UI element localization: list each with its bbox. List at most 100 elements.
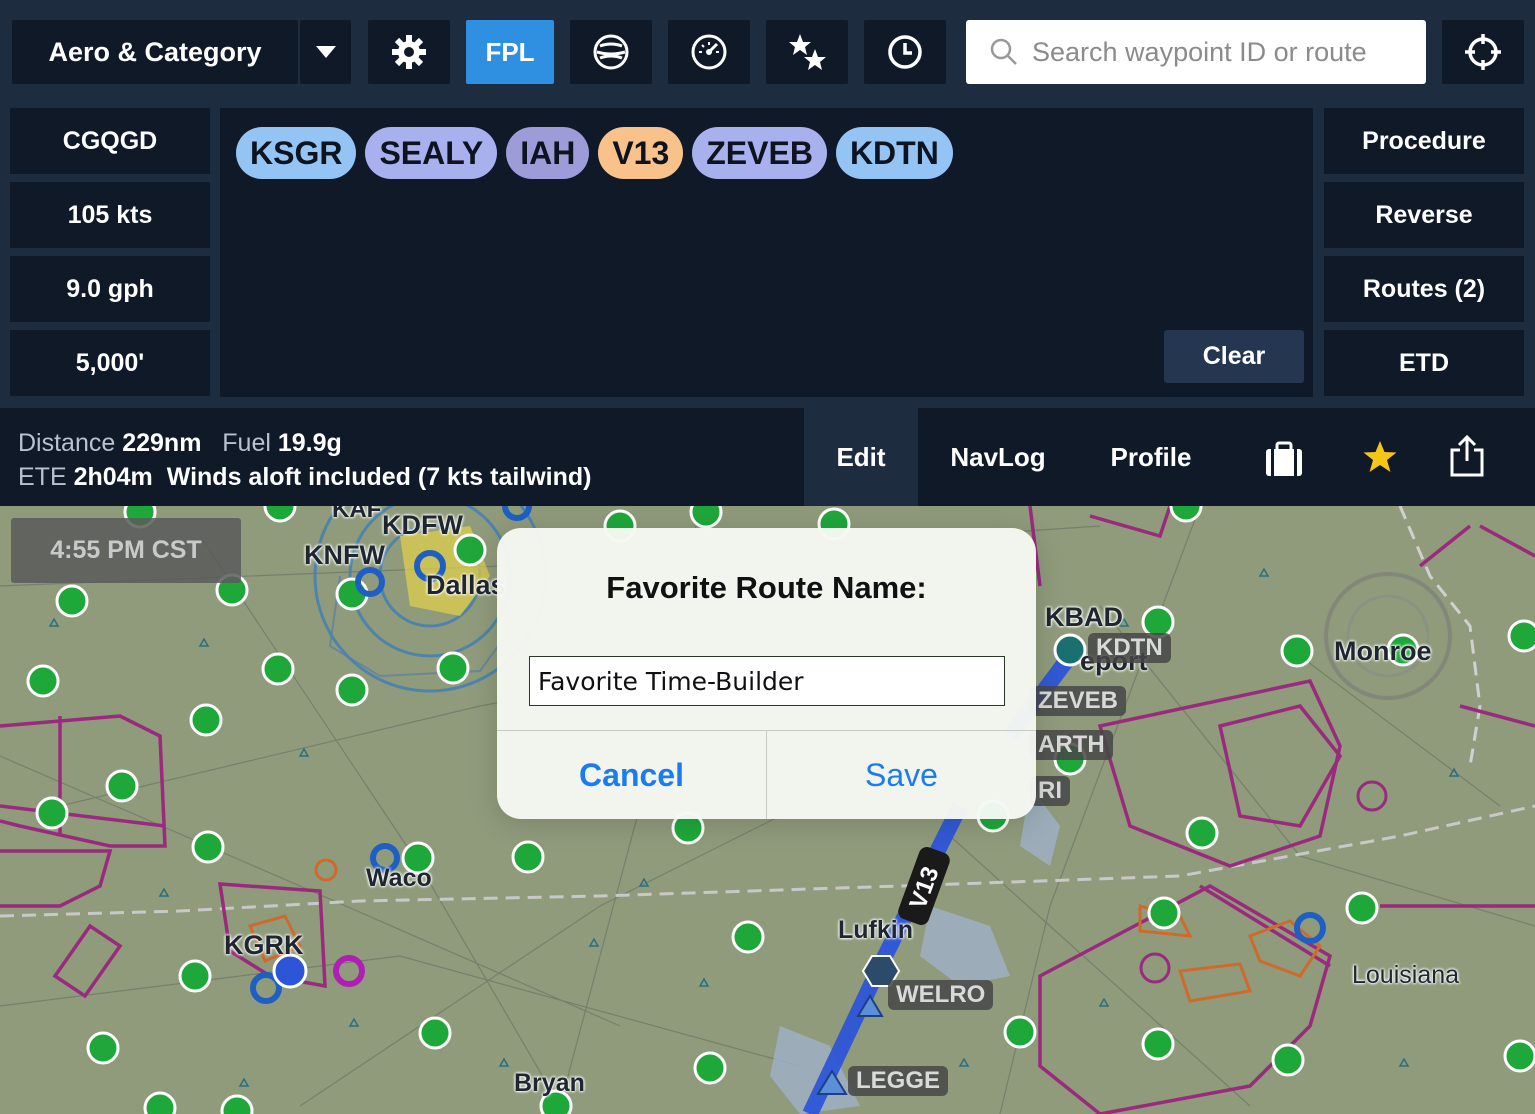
map-label-waco: Waco xyxy=(366,864,432,892)
map-label-louisiana: Louisiana xyxy=(1352,961,1460,989)
tab-navlog-label: NavLog xyxy=(950,441,1046,472)
waypoint-tag-label: RI xyxy=(1038,777,1062,804)
waypoint-chip[interactable]: KDTN xyxy=(835,127,953,179)
share-button[interactable] xyxy=(1449,434,1485,483)
fuel-label: Fuel xyxy=(222,429,271,457)
waypoint-chip[interactable]: IAH xyxy=(506,127,590,179)
waypoint-chip[interactable]: SEALY xyxy=(365,127,498,179)
favorites-button[interactable] xyxy=(766,20,848,84)
waypoint-chip-label: KSGR xyxy=(250,134,343,171)
waypoint-tag-label: KDTN xyxy=(1096,634,1163,661)
map-label-dallas: Dallas xyxy=(426,570,506,600)
settings-button[interactable] xyxy=(368,20,450,84)
route-summary: Distance 229nm Fuel 19.9g ETE 2h04m Wind… xyxy=(18,426,592,494)
map-layer-label: Aero & Category xyxy=(48,36,262,67)
route-waypoint-list: KSGR SEALY IAH V13 ZEVEB KDTN xyxy=(236,127,953,179)
etd-label: ETD xyxy=(1399,348,1449,377)
weather-imagery-button[interactable] xyxy=(570,20,652,84)
waypoint-tag-label: ZEVEB xyxy=(1038,687,1119,714)
tab-profile-label: Profile xyxy=(1110,441,1192,472)
winds-note: Winds aloft included (7 kts tailwind) xyxy=(166,463,592,491)
waypoint-tag-welro[interactable]: WELRO xyxy=(888,980,994,1010)
instruments-button[interactable] xyxy=(668,20,750,84)
tab-navlog[interactable]: NavLog xyxy=(930,408,1066,506)
dialog-title: Favorite Route Name: xyxy=(606,570,927,605)
fuel-value: 19.9g xyxy=(277,429,342,457)
waypoint-tag-legge[interactable]: LEGGE xyxy=(848,1066,949,1096)
search-input[interactable] xyxy=(1032,36,1412,68)
tab-profile[interactable]: Profile xyxy=(1090,408,1212,506)
cancel-label: Cancel xyxy=(579,756,684,793)
waypoint-chip-label: IAH xyxy=(520,134,576,171)
route-editor[interactable]: KSGR SEALY IAH V13 ZEVEB KDTN Clear xyxy=(220,108,1313,397)
waypoint-chip-label: ZEVEB xyxy=(706,134,813,171)
local-time-label: 4:55 PM CST xyxy=(50,536,202,564)
ete-label: ETE xyxy=(18,463,67,491)
map-label-knfw: KNFW xyxy=(304,540,385,570)
briefing-button[interactable] xyxy=(1264,440,1304,483)
distance-value: 229nm xyxy=(122,429,202,457)
routes-label: Routes (2) xyxy=(1362,274,1486,303)
top-toolbar: Aero & Category FPL xyxy=(0,0,1535,97)
stars-icon xyxy=(789,34,826,70)
waypoint-tag-label: LEGGE xyxy=(856,1067,941,1094)
favorite-route-button[interactable] xyxy=(1362,440,1398,479)
map-label-lufkin: Lufkin xyxy=(838,916,913,944)
aircraft-tail-button[interactable]: CGQGD xyxy=(10,108,210,174)
route-name-input[interactable] xyxy=(529,656,1005,706)
etd-button[interactable]: ETD xyxy=(1324,330,1524,396)
map-label-bryan: Bryan xyxy=(514,1069,585,1097)
gauge-icon xyxy=(691,34,727,70)
save-button[interactable]: Save xyxy=(767,731,1036,819)
gear-icon xyxy=(392,35,426,69)
aircraft-tail-label: CGQGD xyxy=(62,126,158,155)
map-label-kbad: KBAD xyxy=(1045,602,1123,632)
waypoint-tag-ri[interactable]: RI xyxy=(1030,776,1070,806)
procedure-button[interactable]: Procedure xyxy=(1324,108,1524,174)
recents-button[interactable] xyxy=(864,20,946,84)
waypoint-chip[interactable]: KSGR xyxy=(236,127,357,179)
share-icon xyxy=(1450,434,1484,477)
favorite-route-dialog: Favorite Route Name: Cancel Save xyxy=(497,528,1036,819)
reverse-button[interactable]: Reverse xyxy=(1324,182,1524,248)
map-layer-selector[interactable]: Aero & Category xyxy=(12,20,298,84)
reverse-label: Reverse xyxy=(1375,200,1473,229)
fuel-burn-button[interactable]: 9.0 gph xyxy=(10,256,210,322)
fpl-button[interactable]: FPL xyxy=(466,20,554,84)
map-layer-dropdown-button[interactable] xyxy=(300,20,351,84)
routes-button[interactable]: Routes (2) xyxy=(1324,256,1524,322)
star-icon xyxy=(1363,441,1397,472)
locate-icon xyxy=(1465,34,1501,70)
map-label-kdfw: KDFW xyxy=(382,510,463,540)
waypoint-chip-label: KDTN xyxy=(849,134,939,171)
tab-edit-label: Edit xyxy=(836,441,886,472)
waypoint-chip-label: SEALY xyxy=(379,134,484,171)
procedure-label: Procedure xyxy=(1362,126,1486,155)
cancel-button[interactable]: Cancel xyxy=(497,731,766,819)
ete-value: 2h04m xyxy=(73,463,153,491)
search-box[interactable] xyxy=(966,20,1426,84)
clear-route-label: Clear xyxy=(1202,342,1266,370)
local-time-badge: 4:55 PM CST xyxy=(11,518,241,583)
route-info-bar: Distance 229nm Fuel 19.9g ETE 2h04m Wind… xyxy=(0,408,1535,506)
waypoint-chip-label: V13 xyxy=(612,134,670,171)
search-icon xyxy=(990,38,1017,65)
clock-icon xyxy=(888,35,922,69)
locate-button[interactable] xyxy=(1442,20,1524,84)
waypoint-tag-label: ARTH xyxy=(1038,731,1105,758)
waypoint-tag-zeveb[interactable]: ZEVEB xyxy=(1030,686,1127,716)
waypoint-tag-kdtn[interactable]: KDTN xyxy=(1088,633,1171,663)
altitude-button[interactable]: 5,000' xyxy=(10,330,210,396)
tab-edit[interactable]: Edit xyxy=(804,408,918,506)
waypoint-tag-arth[interactable]: ARTH xyxy=(1030,730,1113,760)
clear-route-button[interactable]: Clear xyxy=(1164,330,1304,383)
altitude-label: 5,000' xyxy=(75,348,145,377)
cruise-speed-button[interactable]: 105 kts xyxy=(10,182,210,248)
waypoint-chip[interactable]: V13 xyxy=(598,127,684,179)
flight-plan-panel: CGQGD 105 kts 9.0 gph 5,000' KSGR SEALY … xyxy=(0,97,1535,408)
save-label: Save xyxy=(865,756,938,793)
distance-label: Distance xyxy=(18,429,116,457)
chevron-down-icon xyxy=(315,46,336,58)
waypoint-tag-label: WELRO xyxy=(896,981,986,1008)
waypoint-chip[interactable]: ZEVEB xyxy=(692,127,827,179)
